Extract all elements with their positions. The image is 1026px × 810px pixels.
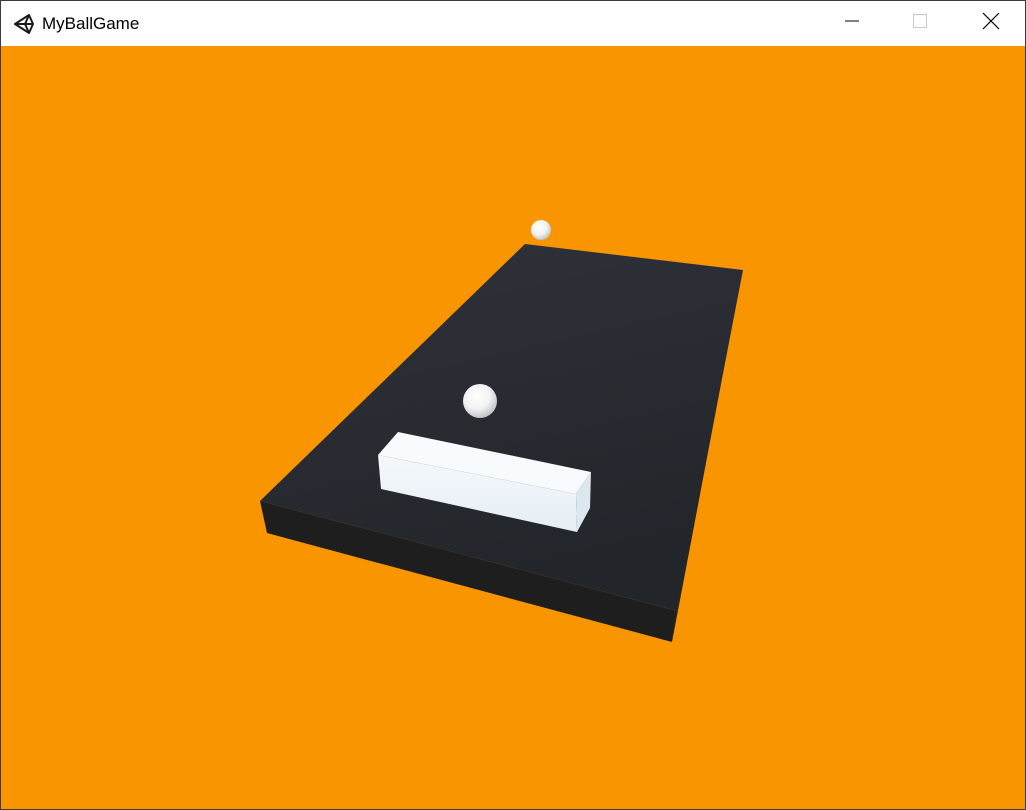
unity-logo-icon [13,12,37,36]
board [260,244,743,642]
title-bar[interactable]: MyBallGame [1,1,1025,46]
maximize-icon [912,13,928,34]
minimize-icon [844,13,860,34]
ball [463,384,497,418]
game-window: MyBallGame [0,0,1026,810]
game-scene[interactable] [1,46,1025,809]
game-viewport[interactable] [1,46,1025,809]
window-title: MyBallGame [42,14,140,33]
close-button[interactable] [957,1,1025,46]
close-icon [982,12,1000,35]
minimize-button[interactable] [818,1,886,46]
ball [531,220,551,240]
maximize-button[interactable] [886,1,954,46]
board-top [260,244,743,611]
